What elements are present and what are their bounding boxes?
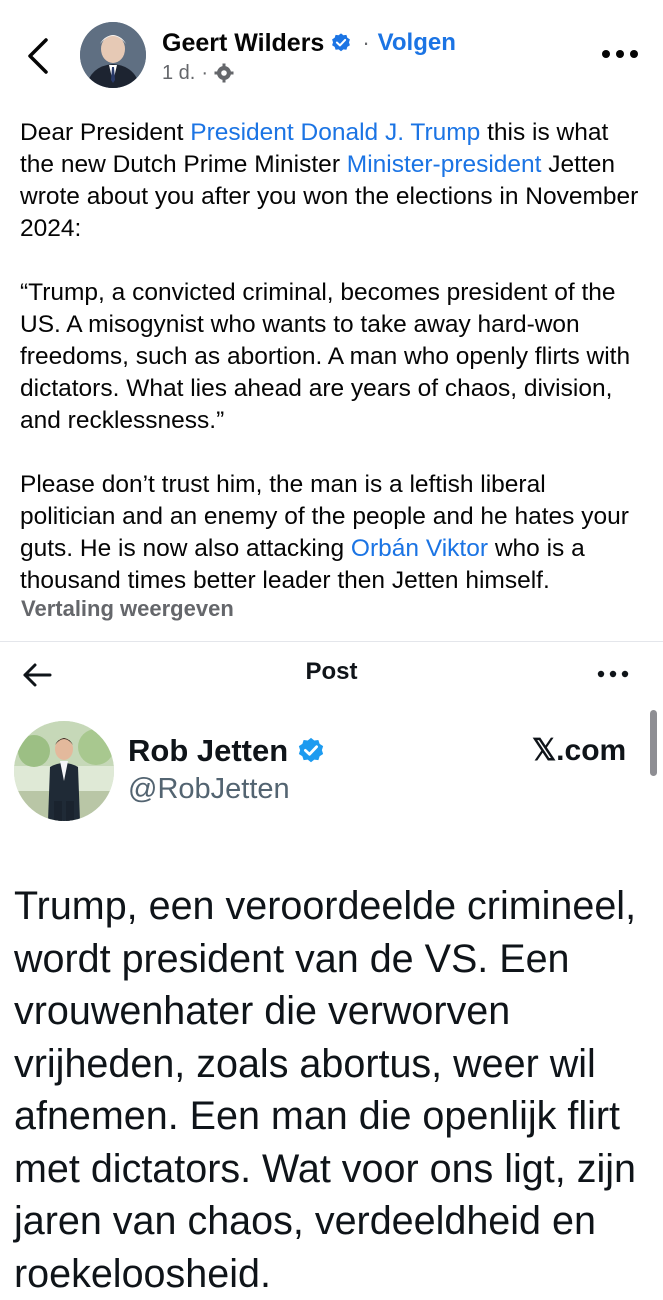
x-author-avatar[interactable]: [14, 721, 114, 821]
tweet-text: Trump, een veroordeelde crimineel, wordt…: [14, 884, 637, 1296]
x-author-name[interactable]: Rob Jetten: [128, 733, 288, 769]
author-name[interactable]: Geert Wilders: [162, 29, 324, 58]
back-arrow-icon[interactable]: [22, 36, 56, 76]
post-text-segment: “Trump, a convicted criminal, becomes pr…: [20, 279, 631, 434]
post-text-segment: Dear President: [20, 119, 191, 146]
audience-settings-icon: [214, 63, 234, 83]
post-time[interactable]: 1 d.: [162, 62, 195, 85]
mention-link[interactable]: President Donald J. Trump: [190, 119, 480, 146]
follow-button[interactable]: Volgen: [378, 29, 456, 57]
mention-link[interactable]: Orbán Viktor: [351, 535, 488, 562]
facebook-post-header: Geert Wilders · Volgen 1 d. ·: [0, 0, 663, 100]
x-author-handle[interactable]: @RobJetten: [128, 773, 290, 806]
post-paragraph: Please don’t trust him, the man is a lef…: [20, 469, 645, 597]
x-post-header: Post: [0, 642, 663, 708]
post-text: Dear President President Donald J. Trump…: [20, 117, 645, 597]
verified-badge-icon: [332, 33, 351, 52]
more-options-icon[interactable]: [598, 42, 642, 66]
post-paragraph: Dear President President Donald J. Trump…: [20, 117, 645, 245]
more-options-icon[interactable]: [596, 664, 630, 684]
mention-link[interactable]: Minister-president: [347, 151, 542, 178]
scrollbar[interactable]: [650, 710, 657, 776]
author-avatar[interactable]: [80, 22, 146, 88]
post-paragraph: “Trump, a convicted criminal, becomes pr…: [20, 277, 645, 437]
x-site-watermark: 𝕏.com: [532, 734, 627, 767]
x-header-title: Post: [305, 658, 358, 685]
show-translation-link[interactable]: Vertaling weergeven: [21, 596, 234, 622]
separator-dot: ·: [362, 30, 370, 55]
verified-badge-icon: [299, 737, 324, 763]
post-meta: 1 d. ·: [162, 60, 234, 86]
separator-dot: ·: [201, 61, 209, 84]
